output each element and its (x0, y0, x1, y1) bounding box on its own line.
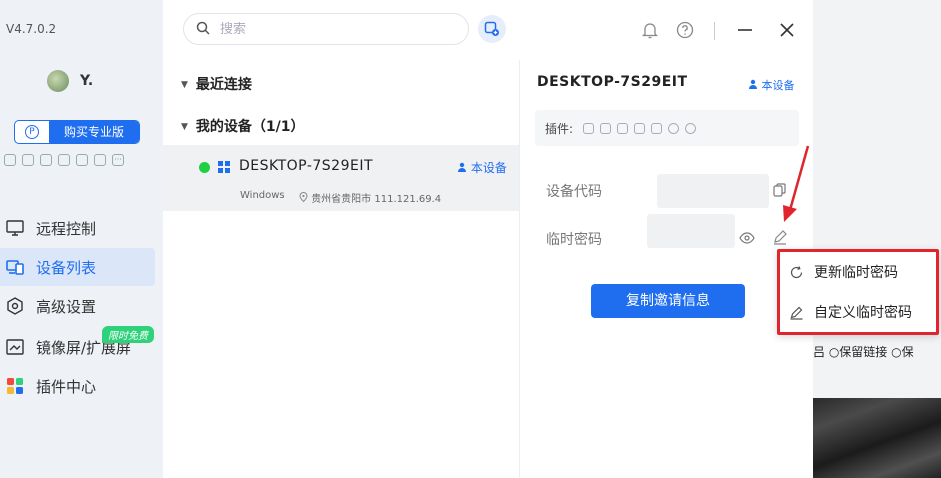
menu-item-custom-password[interactable]: 自定义临时密码 (788, 298, 928, 326)
group-my-devices[interactable]: ▼ 我的设备（1/1） (181, 116, 305, 136)
add-device-icon (484, 21, 499, 36)
close-icon (780, 23, 794, 37)
sidebar-item-plugin-center[interactable]: 插件中心 (0, 367, 155, 405)
help-icon[interactable] (673, 18, 697, 42)
monitor-icon (6, 219, 24, 237)
group-recent[interactable]: ▼ 最近连接 (181, 74, 252, 94)
device-list-item[interactable]: DESKTOP-7S29EIT 本设备 Windows 贵州省贵阳市 111.1… (163, 145, 519, 211)
plugin-icon[interactable] (668, 122, 680, 134)
sidebar-item-remote-control[interactable]: 远程控制 (0, 209, 155, 247)
user-icon (749, 79, 757, 89)
device-name: DESKTOP-7S29EIT (239, 158, 373, 174)
app-root: V4.7.0.2 Y. P 购买专业版 ··· 远程控制 设备列表 高级设置 镜… (0, 0, 941, 478)
buy-pro-button[interactable]: P 购买专业版 (14, 120, 140, 144)
user-icon (458, 162, 466, 172)
device-os: Windows (240, 190, 285, 201)
refresh-icon (788, 264, 804, 280)
sidebar-item-label: 高级设置 (36, 297, 97, 316)
sidebar-item-device-list[interactable]: 设备列表 (0, 248, 155, 286)
plugin-icon[interactable] (22, 154, 34, 166)
eye-icon[interactable] (738, 229, 756, 247)
more-plugins-icon[interactable]: ··· (112, 154, 124, 166)
sidebar-item-label: 插件中心 (36, 377, 97, 396)
plugin-icon[interactable] (600, 122, 612, 134)
plugin-icon[interactable] (634, 122, 646, 134)
password-menu-popup: 更新临时密码 自定义临时密码 (777, 249, 939, 335)
sidebar-item-label: 设备列表 (36, 258, 97, 277)
app-version: V4.7.0.2 (6, 22, 57, 36)
free-badge: 限时免费 (102, 326, 154, 343)
settings-icon (6, 297, 24, 315)
plugin-icon[interactable] (40, 154, 52, 166)
temp-password-label: 临时密码 (546, 232, 602, 248)
location-pin-icon (299, 192, 308, 203)
panel-divider (519, 60, 520, 478)
plugin-icons-row: ··· (4, 154, 124, 166)
detail-plugins: 插件: (535, 110, 799, 146)
pro-badge-icon: P (15, 121, 49, 143)
temp-password-value (647, 214, 735, 248)
plugin-icon[interactable] (617, 122, 629, 134)
buy-pro-label: 购买专业版 (49, 121, 139, 143)
expand-triangle-icon: ▼ (181, 80, 188, 90)
plugin-icon[interactable] (76, 154, 88, 166)
sidebar-item-advanced-settings[interactable]: 高级设置 (0, 287, 155, 325)
avatar[interactable] (47, 70, 69, 92)
plugin-icon[interactable] (685, 122, 697, 134)
add-device-button[interactable] (478, 15, 506, 43)
toolbar-divider (714, 22, 715, 40)
this-device-tag: 本设备 (457, 159, 507, 176)
detail-this-device-tag: 本设备 (748, 77, 795, 93)
detail-device-name: DESKTOP-7S29EIT (537, 74, 688, 90)
plugin-center-icon (6, 377, 24, 395)
devices-icon (6, 258, 24, 276)
expand-triangle-icon: ▼ (181, 122, 188, 132)
sidebar-item-label: 远程控制 (36, 219, 97, 238)
bell-icon[interactable] (638, 18, 662, 42)
username[interactable]: Y. (80, 73, 93, 89)
plugin-icon[interactable] (4, 154, 16, 166)
edit-pencil-icon[interactable] (771, 228, 789, 246)
menu-item-refresh-password[interactable]: 更新临时密码 (788, 258, 928, 286)
plugin-icon[interactable] (651, 122, 663, 134)
copy-invite-button[interactable]: 复制邀请信息 (591, 284, 745, 318)
minimize-button[interactable] (733, 18, 757, 42)
windows-logo-icon (218, 161, 230, 173)
plugin-icon[interactable] (94, 154, 106, 166)
close-button[interactable] (775, 18, 799, 42)
search-icon (196, 20, 210, 39)
search-box[interactable] (183, 13, 469, 45)
plugin-icon[interactable] (583, 122, 595, 134)
menu-item-label: 自定义临时密码 (814, 305, 912, 321)
plugins-label: 插件: (545, 121, 574, 136)
copy-icon[interactable] (771, 181, 789, 199)
device-code-value (657, 174, 769, 208)
device-code-label: 设备代码 (546, 184, 602, 200)
mirror-screen-icon (6, 338, 24, 356)
edit-pencil-icon (788, 304, 804, 320)
main-panel: ▼最近连接 ▼我的设备（1/1） DESKTOP-7S29EIT 本设备 Win… (163, 0, 813, 478)
sidebar: V4.7.0.2 Y. P 购买专业版 ··· 远程控制 设备列表 高级设置 镜… (0, 0, 163, 478)
search-input[interactable] (220, 21, 440, 37)
menu-item-label: 更新临时密码 (814, 265, 898, 281)
background-window-options: 吕 ○保留链接 ○保 (813, 345, 914, 359)
online-status-dot (199, 162, 210, 173)
device-location: 贵州省贵阳市 111.121.69.4 (299, 190, 441, 205)
plugin-icon[interactable] (58, 154, 70, 166)
background-image (813, 398, 941, 478)
